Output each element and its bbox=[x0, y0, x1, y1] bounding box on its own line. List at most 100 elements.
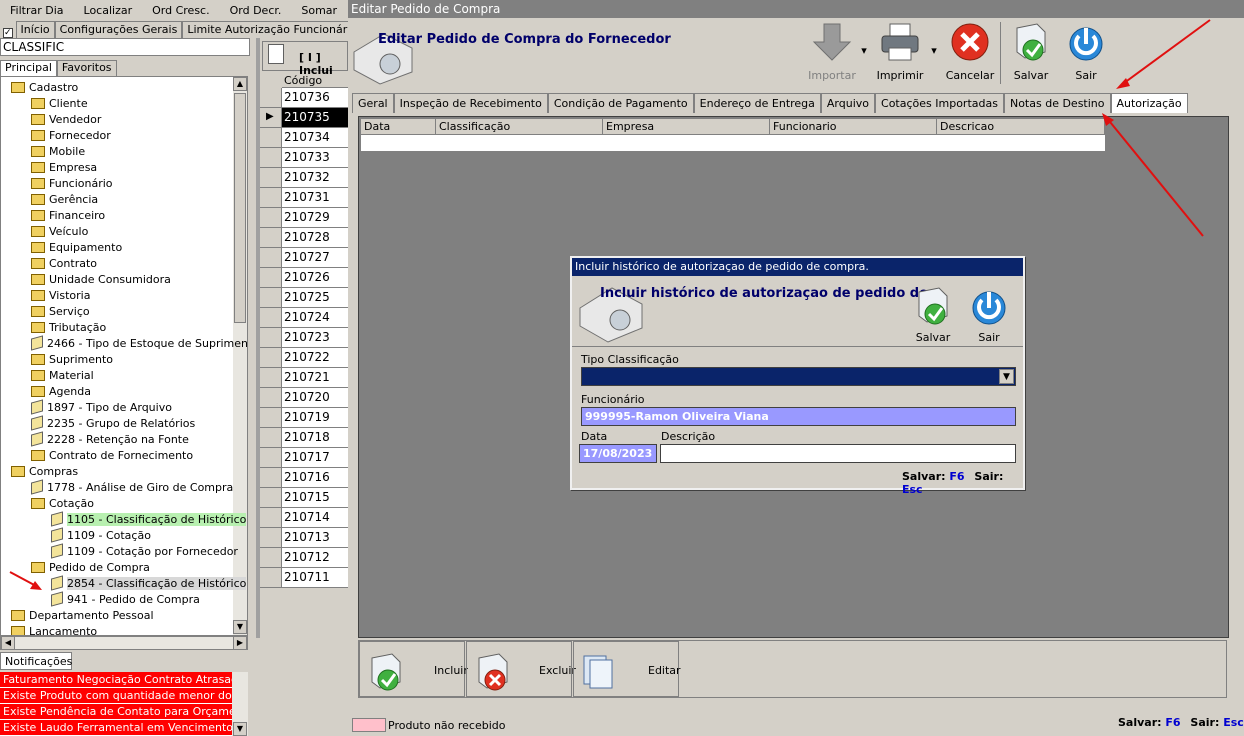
code-row[interactable]: 210711 bbox=[282, 568, 348, 588]
col-funcionario[interactable]: Funcionario bbox=[770, 119, 937, 135]
row-indicator[interactable] bbox=[260, 148, 282, 168]
data-field[interactable]: 17/08/2023 bbox=[579, 444, 657, 463]
code-row[interactable]: 210726 bbox=[282, 268, 348, 288]
tree-item[interactable]: Contrato de Fornecimento bbox=[31, 447, 193, 463]
autorizacao-grid[interactable]: Data Classificação Empresa Funcionario D… bbox=[361, 119, 1105, 151]
importar-button[interactable]: Importar bbox=[806, 22, 858, 82]
tree-item[interactable]: 1778 - Análise de Giro de Compra bbox=[31, 479, 233, 495]
salvar-button[interactable]: Salvar bbox=[1004, 22, 1058, 82]
tab-cotacoes-importadas[interactable]: Cotações Importadas bbox=[875, 93, 1004, 113]
row-indicator[interactable] bbox=[260, 548, 282, 568]
row-indicator[interactable] bbox=[260, 168, 282, 188]
row-indicator[interactable] bbox=[260, 248, 282, 268]
row-indicator[interactable] bbox=[260, 528, 282, 548]
menu-search-input[interactable]: CLASSIFIC bbox=[0, 38, 250, 56]
tab-checkbox[interactable]: ✓ bbox=[3, 28, 13, 38]
tree-item[interactable]: Veículo bbox=[31, 223, 88, 239]
tree-item[interactable]: Funcionário bbox=[31, 175, 113, 191]
scroll-right-icon[interactable]: ▶ bbox=[233, 636, 247, 650]
tab-favoritos[interactable]: Favoritos bbox=[56, 60, 117, 76]
tree-item[interactable]: Empresa bbox=[31, 159, 97, 175]
tree-item[interactable]: Fornecedor bbox=[31, 127, 111, 143]
code-row[interactable]: 210719 bbox=[282, 408, 348, 428]
tab-autorizacao[interactable]: Autorização bbox=[1110, 93, 1188, 113]
notif-scrollbar[interactable]: ▼ bbox=[232, 672, 248, 736]
tree-item[interactable]: 2466 - Tipo de Estoque de Suprimento bbox=[31, 335, 247, 351]
row-indicator[interactable] bbox=[260, 228, 282, 248]
code-row[interactable]: 210713 bbox=[282, 528, 348, 548]
row-indicator[interactable] bbox=[260, 128, 282, 148]
incluir-button[interactable]: Incluir bbox=[359, 641, 468, 697]
code-row[interactable]: 210716 bbox=[282, 468, 348, 488]
tree-item[interactable]: Cotação bbox=[31, 495, 94, 511]
tree-item[interactable]: Gerência bbox=[31, 191, 98, 207]
tree-item[interactable]: Equipamento bbox=[31, 239, 122, 255]
somar-button[interactable]: Somar bbox=[291, 4, 347, 17]
code-row[interactable]: 210733 bbox=[282, 148, 348, 168]
notification-item[interactable]: Existe Produto com quantidade menor do q… bbox=[0, 688, 248, 704]
tree-item[interactable]: 2235 - Grupo de Relatórios bbox=[31, 415, 195, 431]
code-row[interactable]: 210734 bbox=[282, 128, 348, 148]
tree-item[interactable]: 1897 - Tipo de Arquivo bbox=[31, 399, 172, 415]
tree-item[interactable]: 1109 - Cotação bbox=[51, 527, 151, 543]
col-classificacao[interactable]: Classificação bbox=[436, 119, 603, 135]
tree-item[interactable]: 941 - Pedido de Compra bbox=[51, 591, 200, 607]
tab-configuracoes[interactable]: Configurações Gerais bbox=[54, 21, 183, 38]
code-row[interactable]: 210720 bbox=[282, 388, 348, 408]
col-descricao[interactable]: Descricao bbox=[937, 119, 1105, 135]
cancelar-button[interactable]: Cancelar bbox=[942, 22, 998, 82]
sair-button[interactable]: Sair bbox=[1060, 22, 1112, 82]
code-row[interactable]: 210728 bbox=[282, 228, 348, 248]
chevron-down-icon[interactable]: ▼ bbox=[999, 369, 1014, 384]
ord-cresc-button[interactable]: Ord Cresc. bbox=[142, 4, 219, 17]
tree-item[interactable]: 2228 - Retenção na Fonte bbox=[31, 431, 189, 447]
excluir-button[interactable]: Excluir bbox=[466, 641, 576, 697]
splitter[interactable] bbox=[256, 38, 260, 638]
tab-arquivo[interactable]: Arquivo bbox=[820, 93, 876, 113]
code-row[interactable]: 210721 bbox=[282, 368, 348, 388]
tab-condicao-pagamento[interactable]: Condição de Pagamento bbox=[547, 93, 694, 113]
tree-item[interactable]: Agenda bbox=[31, 383, 91, 399]
tree-item[interactable]: Vendedor bbox=[31, 111, 101, 127]
code-row[interactable]: 210715 bbox=[282, 488, 348, 508]
row-indicator[interactable] bbox=[260, 88, 282, 108]
row-indicator[interactable] bbox=[260, 408, 282, 428]
row-indicator[interactable] bbox=[260, 308, 282, 328]
row-indicator[interactable] bbox=[260, 268, 282, 288]
row-indicator[interactable] bbox=[260, 208, 282, 228]
tree-item[interactable]: Pedido de Compra bbox=[31, 559, 150, 575]
funcionario-field[interactable]: 999995-Ramon Oliveira Viana bbox=[581, 407, 1016, 426]
importar-dropdown-icon[interactable]: ▾ bbox=[860, 44, 868, 57]
editar-button[interactable]: Editar bbox=[573, 641, 681, 697]
tree-item[interactable]: Contrato bbox=[31, 255, 97, 271]
ord-decr-button[interactable]: Ord Decr. bbox=[220, 4, 292, 17]
row-indicator[interactable] bbox=[260, 448, 282, 468]
tab-endereco-entrega[interactable]: Endereço de Entrega bbox=[693, 93, 821, 113]
tree-item[interactable]: Serviço bbox=[31, 303, 90, 319]
scroll-thumb[interactable] bbox=[234, 93, 246, 323]
descricao-input[interactable] bbox=[660, 444, 1016, 463]
tree-item[interactable]: 2854 - Classificação de Histórico bbox=[51, 575, 247, 591]
row-indicator[interactable] bbox=[260, 428, 282, 448]
col-data[interactable]: Data bbox=[361, 119, 436, 135]
dialog-sair-button[interactable]: Sair bbox=[964, 284, 1014, 344]
row-indicator[interactable]: ▶ bbox=[260, 108, 282, 128]
tree-item[interactable]: Compras bbox=[11, 463, 78, 479]
notif-scroll-down-icon[interactable]: ▼ bbox=[233, 722, 247, 736]
tipo-classificacao-select[interactable]: ▼ bbox=[581, 367, 1016, 386]
code-row[interactable]: 210724 bbox=[282, 308, 348, 328]
col-empresa[interactable]: Empresa bbox=[603, 119, 770, 135]
tree-item[interactable]: Unidade Consumidora bbox=[31, 271, 171, 287]
imprimir-dropdown-icon[interactable]: ▾ bbox=[930, 44, 938, 57]
row-indicator[interactable] bbox=[260, 468, 282, 488]
tree-item[interactable]: Cadastro bbox=[11, 79, 78, 95]
code-row[interactable]: 210718 bbox=[282, 428, 348, 448]
tree-item[interactable]: Cliente bbox=[31, 95, 88, 111]
tab-inspecao-recebimento[interactable]: Inspeção de Recebimento bbox=[393, 93, 548, 113]
tree-hscrollbar[interactable]: ◀ ▶ bbox=[0, 636, 248, 650]
codigo-column-header[interactable]: Código bbox=[282, 74, 348, 88]
tree-item[interactable]: Material bbox=[31, 367, 94, 383]
localizar-button[interactable]: Localizar bbox=[74, 4, 143, 17]
row-indicator[interactable] bbox=[260, 348, 282, 368]
filtrar-dia-button[interactable]: Filtrar Dia bbox=[0, 4, 74, 17]
